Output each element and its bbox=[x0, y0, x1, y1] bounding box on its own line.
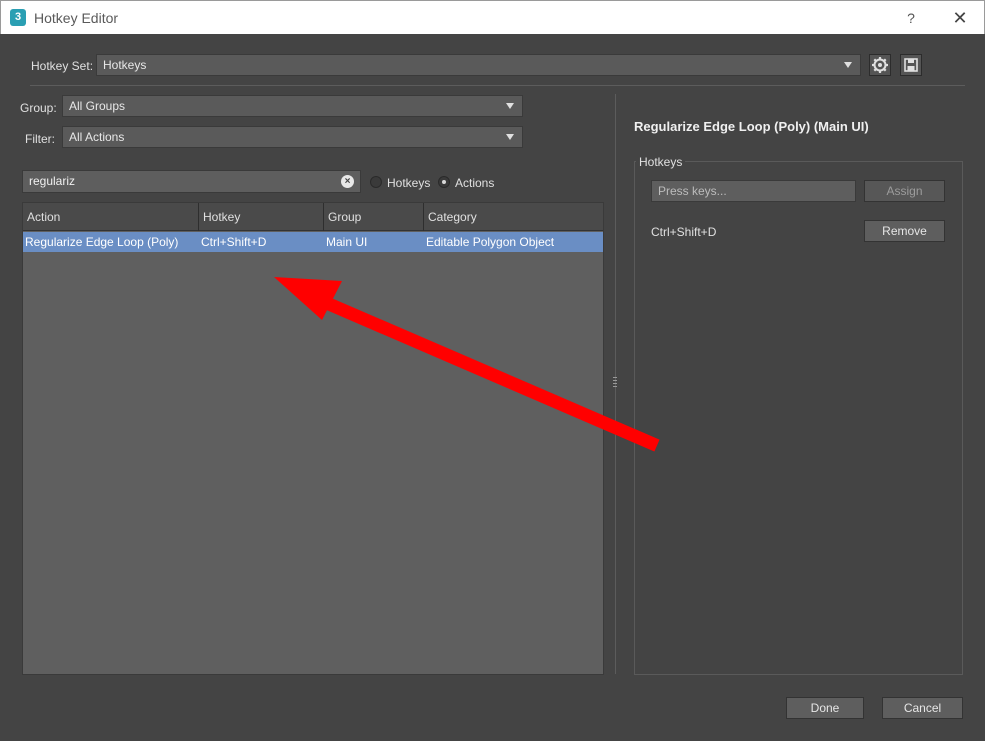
cell-action: Regularize Edge Loop (Poly) bbox=[25, 235, 179, 249]
close-button[interactable]: ✕ bbox=[949, 7, 971, 29]
actions-radio-label: Actions bbox=[455, 176, 495, 190]
hotkey-set-label: Hotkey Set: bbox=[31, 59, 94, 73]
column-header-group[interactable]: Group bbox=[324, 203, 424, 231]
group-value: All Groups bbox=[69, 99, 126, 113]
chevron-down-icon bbox=[506, 134, 514, 140]
save-icon bbox=[904, 58, 918, 72]
hotkeys-group-title: Hotkeys bbox=[636, 155, 686, 169]
dialog-content: Hotkey Set: Hotkeys Group: All Groups Fi… bbox=[0, 34, 985, 741]
cell-category: Editable Polygon Object bbox=[426, 235, 555, 249]
filter-dropdown[interactable]: All Actions bbox=[62, 126, 523, 148]
search-input[interactable]: regulariz × bbox=[22, 170, 361, 193]
search-value: regulariz bbox=[29, 174, 76, 188]
title-bar: 3 Hotkey Editor ? ✕ bbox=[0, 0, 985, 34]
hotkeys-radio-label: Hotkeys bbox=[387, 176, 431, 190]
assign-button[interactable]: Assign bbox=[864, 180, 945, 202]
settings-button[interactable] bbox=[869, 54, 891, 76]
splitter-grip[interactable] bbox=[613, 377, 617, 389]
hotkey-set-value: Hotkeys bbox=[103, 58, 147, 72]
group-dropdown[interactable]: All Groups bbox=[62, 95, 523, 117]
actions-radio[interactable] bbox=[438, 176, 450, 188]
table-header: Action Hotkey Group Category bbox=[23, 203, 603, 231]
gear-icon bbox=[872, 57, 888, 73]
filter-value: All Actions bbox=[69, 130, 125, 144]
cell-group: Main UI bbox=[326, 235, 368, 249]
window-title: Hotkey Editor bbox=[34, 10, 119, 26]
detail-title: Regularize Edge Loop (Poly) (Main UI) bbox=[634, 119, 869, 134]
cancel-button[interactable]: Cancel bbox=[882, 697, 963, 719]
current-hotkey: Ctrl+Shift+D bbox=[651, 225, 717, 239]
chevron-down-icon bbox=[844, 62, 852, 68]
save-button[interactable] bbox=[900, 54, 922, 76]
press-keys-input[interactable]: Press keys... bbox=[651, 180, 856, 202]
done-button[interactable]: Done bbox=[786, 697, 864, 719]
column-header-hotkey[interactable]: Hotkey bbox=[199, 203, 324, 231]
column-header-category[interactable]: Category bbox=[424, 203, 603, 231]
filter-label: Filter: bbox=[25, 132, 55, 146]
chevron-down-icon bbox=[506, 103, 514, 109]
remove-button[interactable]: Remove bbox=[864, 220, 945, 242]
hotkey-set-dropdown[interactable]: Hotkeys bbox=[96, 54, 861, 76]
help-button[interactable]: ? bbox=[901, 8, 921, 28]
header-divider bbox=[30, 85, 965, 86]
table-row[interactable]: Regularize Edge Loop (Poly) Ctrl+Shift+D… bbox=[23, 232, 603, 252]
actions-table[interactable]: Action Hotkey Group Category Regularize … bbox=[22, 202, 604, 675]
hotkeys-radio[interactable] bbox=[370, 176, 382, 188]
cell-hotkey: Ctrl+Shift+D bbox=[201, 235, 267, 249]
clear-search-icon[interactable]: × bbox=[341, 175, 354, 188]
group-label: Group: bbox=[20, 101, 57, 115]
app-icon: 3 bbox=[10, 9, 26, 26]
column-header-action[interactable]: Action bbox=[23, 203, 199, 231]
